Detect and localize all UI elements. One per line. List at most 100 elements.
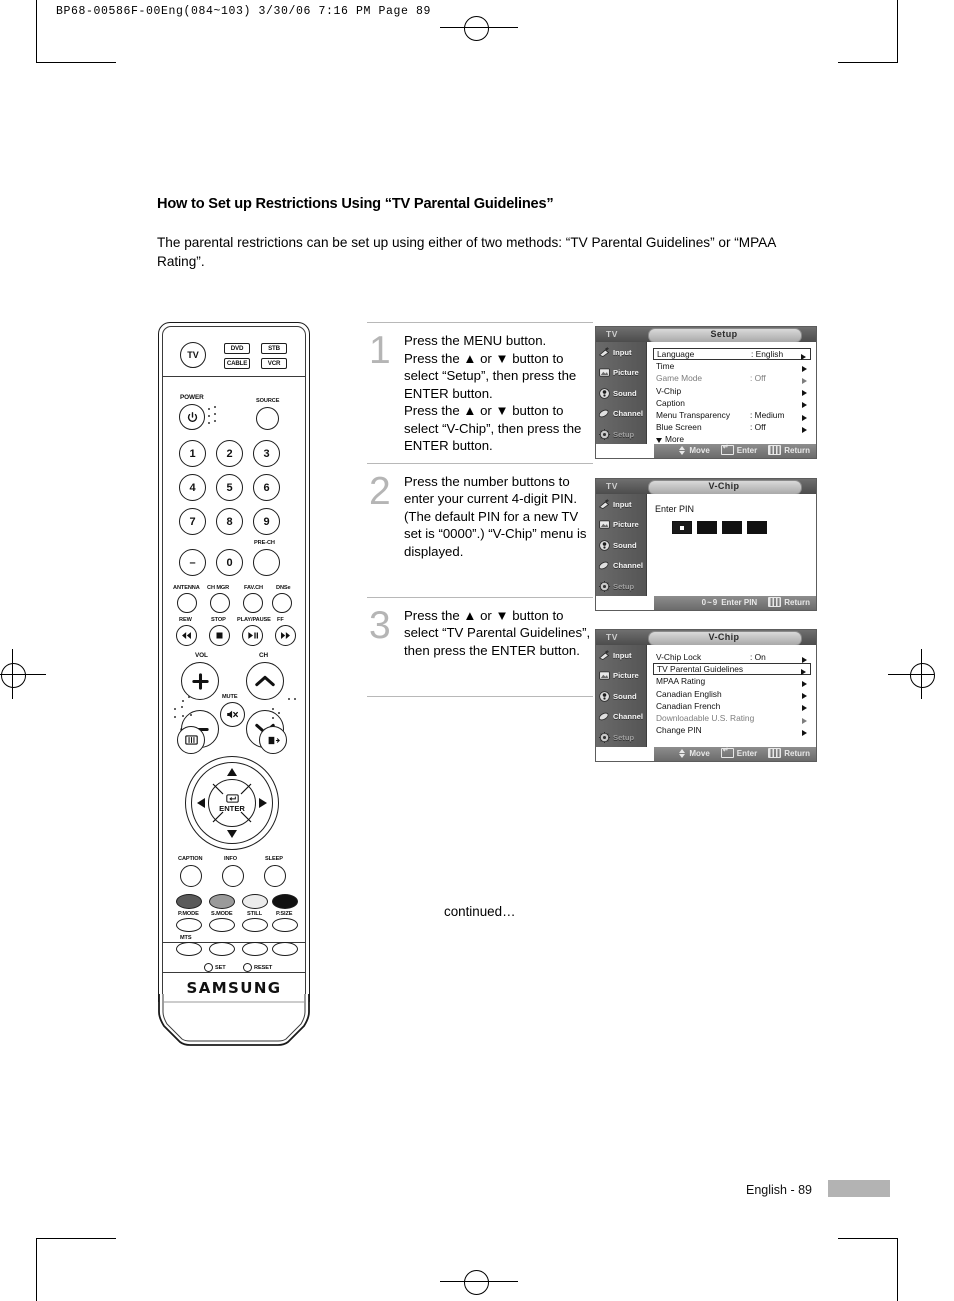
- remote-button-stb[interactable]: STB: [261, 343, 287, 354]
- sidebar-item-setup[interactable]: Setup: [596, 576, 646, 597]
- remote-button-rew[interactable]: [176, 625, 197, 646]
- pin-digit-box[interactable]: [747, 521, 767, 534]
- sidebar-item-channel[interactable]: Channel: [596, 556, 646, 577]
- sidebar-item-setup[interactable]: Setup: [596, 424, 646, 445]
- remote-button-blank-1[interactable]: [209, 942, 235, 956]
- sidebar-item-sound[interactable]: Sound: [596, 535, 646, 556]
- pin-input-group[interactable]: [672, 521, 767, 534]
- remote-button-set[interactable]: [204, 963, 213, 972]
- remote-button-still[interactable]: [242, 918, 268, 932]
- remote-button-source[interactable]: [256, 407, 279, 430]
- remote-button-s-mode[interactable]: [209, 918, 235, 932]
- remote-button-volume-up[interactable]: [181, 662, 219, 700]
- remote-button-2[interactable]: 2: [216, 440, 243, 467]
- menu-row[interactable]: Language : English: [653, 348, 811, 361]
- remote-button-8[interactable]: 8: [216, 508, 243, 535]
- remote-button-cable[interactable]: CABLE: [224, 358, 250, 369]
- menu-row[interactable]: Menu Transparency : Medium: [653, 409, 811, 421]
- sidebar-item-input[interactable]: Input: [596, 494, 646, 515]
- sidebar-item-picture[interactable]: Picture: [596, 515, 646, 536]
- pin-digit-box[interactable]: [672, 521, 692, 534]
- button-label: –: [189, 556, 196, 569]
- remote-button-p-size-color[interactable]: [272, 894, 298, 909]
- sidebar-item-input[interactable]: Input: [596, 645, 646, 666]
- remote-button-exit[interactable]: [259, 726, 287, 754]
- remote-button-still-color[interactable]: [242, 894, 268, 909]
- remote-button-blank-2[interactable]: [242, 942, 268, 956]
- remote-button-9[interactable]: 9: [253, 508, 280, 535]
- menu-row[interactable]: Canadian English: [653, 688, 811, 700]
- remote-button-power[interactable]: [179, 404, 205, 430]
- menu-row[interactable]: Game Mode : Off: [653, 372, 811, 384]
- sidebar-item-channel[interactable]: Channel: [596, 707, 646, 728]
- sidebar-item-setup[interactable]: Setup: [596, 727, 646, 748]
- remote-button-0[interactable]: 0: [216, 549, 243, 576]
- menu-row[interactable]: Time: [653, 360, 811, 372]
- remote-button-p-mode[interactable]: [176, 918, 202, 932]
- remote-button-mts[interactable]: [176, 942, 202, 956]
- play-pause-label: PLAY/PAUSE: [237, 617, 271, 623]
- menu-row[interactable]: V-Chip Lock : On: [653, 651, 811, 663]
- pin-digit-box[interactable]: [697, 521, 717, 534]
- remote-button-dnse[interactable]: [272, 593, 292, 613]
- remote-button-mute[interactable]: [220, 702, 245, 727]
- remote-button-fav-ch[interactable]: [243, 593, 263, 613]
- sidebar-item-label: Channel: [613, 561, 643, 571]
- power-label: POWER: [180, 394, 204, 401]
- remote-button-ff[interactable]: [275, 625, 296, 646]
- remote-button-4[interactable]: 4: [179, 474, 206, 501]
- remote-button-blank-3[interactable]: [272, 942, 298, 956]
- crop-mark-bottom-left-v: [36, 1238, 37, 1301]
- remote-button-info[interactable]: [222, 865, 244, 887]
- remote-button-sleep[interactable]: [264, 865, 286, 887]
- osd-title-bar: TV V-Chip: [596, 479, 816, 495]
- remote-button-dvd[interactable]: DVD: [224, 343, 250, 354]
- remote-button-stop[interactable]: [209, 625, 230, 646]
- sidebar-item-input[interactable]: Input: [596, 342, 646, 363]
- menu-row[interactable]: Downloadable U.S. Rating: [653, 712, 811, 724]
- menu-row[interactable]: Caption: [653, 397, 811, 409]
- sidebar-item-channel[interactable]: Channel: [596, 404, 646, 425]
- remote-button-ch-mgr[interactable]: [210, 593, 230, 613]
- fav-ch-label: FAV.CH: [244, 585, 263, 591]
- remote-button-1[interactable]: 1: [179, 440, 206, 467]
- sidebar-item-picture[interactable]: Picture: [596, 666, 646, 687]
- remote-button-reset[interactable]: [243, 963, 252, 972]
- sidebar-item-sound[interactable]: Sound: [596, 383, 646, 404]
- menu-row[interactable]: TV Parental Guidelines: [653, 663, 811, 676]
- remote-button-channel-up[interactable]: [246, 662, 284, 700]
- remote-button-6[interactable]: 6: [253, 474, 280, 501]
- remote-button-tv[interactable]: TV: [180, 342, 206, 368]
- menu-row[interactable]: V-Chip: [653, 385, 811, 397]
- pin-digit-box[interactable]: [722, 521, 742, 534]
- menu-row[interactable]: MPAA Rating: [653, 675, 811, 687]
- remote-button-3[interactable]: 3: [253, 440, 280, 467]
- button-label: 5: [226, 481, 233, 494]
- remote-button-antenna[interactable]: [177, 593, 197, 613]
- button-label: 9: [263, 515, 270, 528]
- remote-button-pre-ch[interactable]: [253, 549, 280, 576]
- remote-button-p-mode-color[interactable]: [176, 894, 202, 909]
- osd-footer-notch: [596, 596, 654, 610]
- menu-row[interactable]: Change PIN: [653, 724, 811, 736]
- crop-mark-top-left: [36, 62, 116, 63]
- crop-mark-top-right: [838, 62, 898, 63]
- menu-row[interactable]: Blue Screen : Off: [653, 421, 811, 433]
- remote-divider: [162, 972, 306, 973]
- mute-icon: [227, 710, 238, 719]
- remote-button-vcr[interactable]: VCR: [261, 358, 287, 369]
- remote-button-dash[interactable]: –: [179, 549, 206, 576]
- remote-button-caption[interactable]: [180, 865, 202, 887]
- remote-button-p-size[interactable]: [272, 918, 298, 932]
- remote-button-s-mode-color[interactable]: [209, 894, 235, 909]
- remote-button-5[interactable]: 5: [216, 474, 243, 501]
- remote-button-menu[interactable]: [177, 726, 205, 754]
- return-key-icon: [768, 597, 782, 607]
- remote-button-7[interactable]: 7: [179, 508, 206, 535]
- hint-return: Return: [768, 597, 810, 607]
- sidebar-item-picture[interactable]: Picture: [596, 363, 646, 384]
- pin-dot-icon: [680, 525, 684, 530]
- remote-button-play-pause[interactable]: [242, 625, 263, 646]
- menu-row[interactable]: Canadian French: [653, 700, 811, 712]
- sidebar-item-sound[interactable]: Sound: [596, 686, 646, 707]
